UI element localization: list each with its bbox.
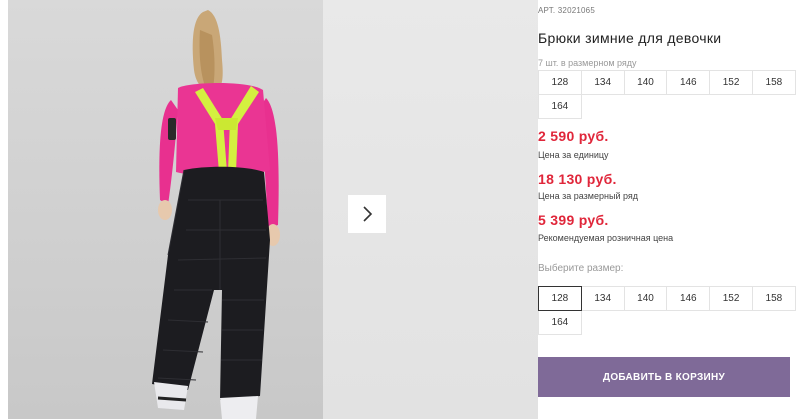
size-option-164[interactable]: 164: [538, 310, 582, 335]
pack-size-164: 164: [538, 94, 582, 119]
pack-size-134: 134: [580, 70, 625, 95]
gallery-next-button[interactable]: [348, 195, 386, 233]
retail-price: 5 399 руб.: [538, 212, 609, 228]
pack-size-146: 146: [666, 70, 711, 95]
article-number: АРТ. 32021065: [538, 6, 595, 15]
size-option-152[interactable]: 152: [709, 286, 753, 311]
size-option-158[interactable]: 158: [751, 286, 796, 311]
pack-size-158: 158: [751, 70, 796, 95]
pack-note: 7 шт. в размерном ряду: [538, 58, 637, 68]
chevron-right-icon: [363, 206, 373, 222]
article-value: 32021065: [557, 6, 595, 15]
product-info: АРТ. 32021065 Брюки зимние для девочки 7…: [538, 0, 800, 419]
size-option-134[interactable]: 134: [580, 286, 625, 311]
pack-price: 18 130 руб.: [538, 171, 617, 187]
size-selector: 128 134 140 146 152 158 164: [538, 286, 796, 335]
pack-size-152: 152: [709, 70, 753, 95]
size-option-146[interactable]: 146: [666, 286, 711, 311]
retail-price-label: Рекомендуемая розничная цена: [538, 233, 674, 243]
pack-size-140: 140: [623, 70, 668, 95]
add-to-cart-button[interactable]: ДОБАВИТЬ В КОРЗИНУ: [538, 357, 790, 397]
unit-price-label: Цена за единицу: [538, 150, 609, 160]
product-title: Брюки зимние для девочки: [538, 30, 722, 46]
size-option-128[interactable]: 128: [538, 286, 582, 311]
product-gallery: [0, 0, 538, 419]
pack-size-grid: 128 134 140 146 152 158 164: [538, 70, 796, 119]
product-photo[interactable]: [8, 0, 323, 419]
unit-price: 2 590 руб.: [538, 128, 609, 144]
choose-size-label: Выберите размер:: [538, 263, 624, 274]
article-label: АРТ.: [538, 6, 556, 15]
pack-price-label: Цена за размерный ряд: [538, 191, 639, 201]
size-option-140[interactable]: 140: [623, 286, 668, 311]
pack-size-128: 128: [538, 70, 582, 95]
girl-in-winter-pants-image: [152, 10, 280, 419]
